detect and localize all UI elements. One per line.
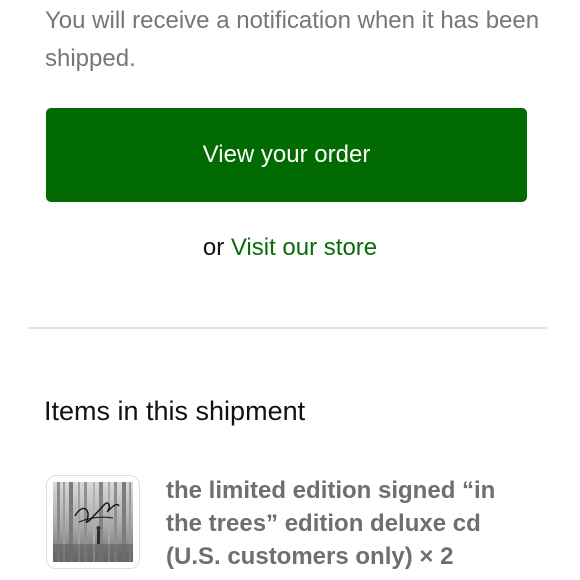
section-divider (28, 327, 547, 329)
view-order-label: View your order (202, 141, 371, 168)
visit-store-link[interactable]: Visit our store (231, 234, 377, 261)
album-cover-image (53, 482, 133, 562)
shipment-section-title: Items in this shipment (44, 396, 306, 426)
item-thumbnail (46, 475, 140, 569)
item-title: the limited edition signed “in the trees… (166, 474, 526, 573)
store-link-line: or Visit our store (0, 232, 580, 264)
or-text: or (202, 234, 225, 261)
item-quantity: × 2 (419, 543, 454, 570)
view-order-button[interactable]: View your order (46, 108, 527, 202)
shipping-notice-text: You will receive a notification when it … (45, 7, 540, 72)
